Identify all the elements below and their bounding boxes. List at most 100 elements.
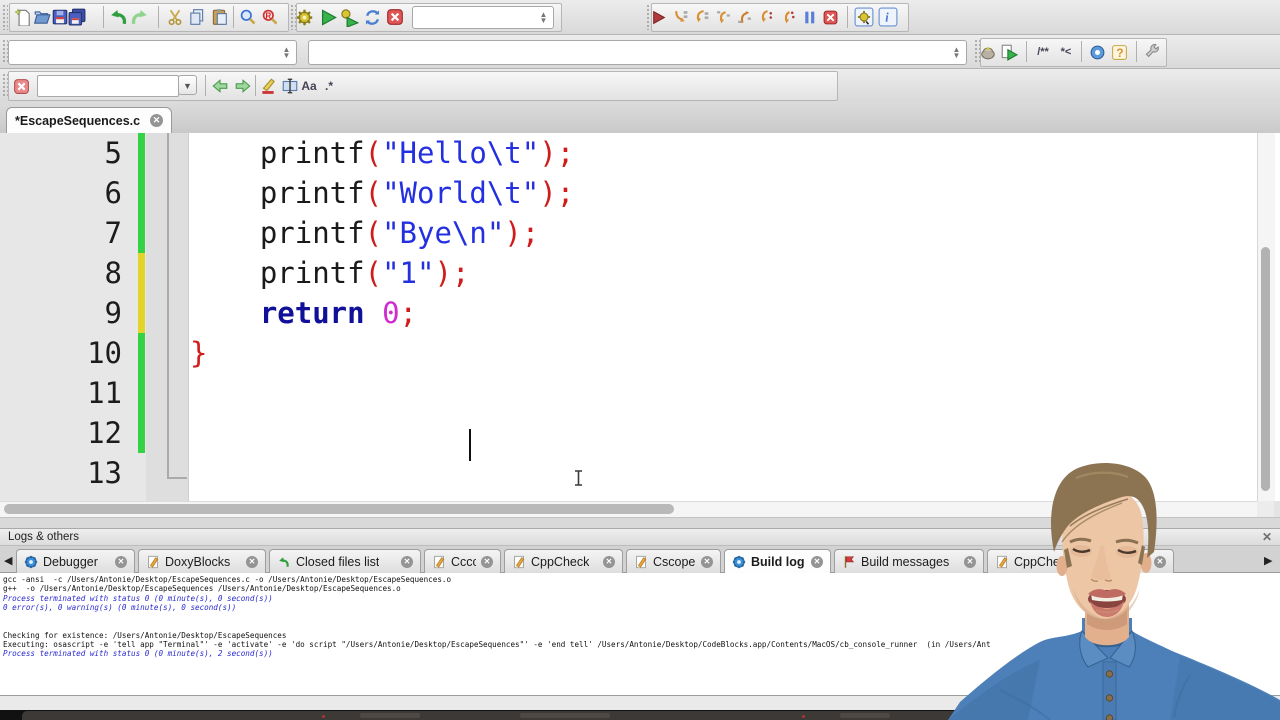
highlight-icon[interactable] (257, 74, 279, 98)
logs-caption-label: Logs & others (8, 531, 79, 543)
logs-tab-bar: ◀ Debugger ✕ DoxyBlocks ✕ Closed files list ✕… (0, 546, 1280, 573)
vertical-scrollbar-thumb[interactable] (1261, 247, 1270, 491)
code-token: ; (399, 296, 418, 330)
close-icon[interactable]: ✕ (603, 555, 615, 568)
code-token: return (259, 296, 365, 330)
code-token: ( (364, 256, 383, 290)
logs-tab-debugger[interactable]: Debugger ✕ (16, 549, 135, 573)
logs-tab-label: Cccc (451, 554, 476, 569)
build-and-run-icon[interactable] (338, 5, 360, 29)
code-token: printf (259, 136, 365, 170)
regex-icon[interactable]: .* (318, 74, 340, 98)
step-into-icon[interactable] (712, 5, 734, 29)
save-all-icon[interactable] (66, 5, 88, 29)
redo-icon[interactable] (129, 5, 151, 29)
run-to-cursor-icon[interactable] (669, 5, 691, 29)
code-line[interactable]: printf("Hello\t"); (190, 133, 574, 173)
code-line[interactable]: } (190, 333, 574, 373)
copy-icon[interactable] (186, 5, 208, 29)
tab-scroll-left-icon[interactable]: ◀ (4, 554, 12, 567)
horizontal-scrollbar-thumb[interactable] (4, 504, 674, 514)
close-icon[interactable]: ✕ (964, 555, 976, 568)
log-line: 0 error(s), 0 warning(s) (0 minute(s), 0… (3, 602, 237, 612)
debug-continue-icon[interactable] (647, 5, 669, 29)
logs-tab-closed-files-list[interactable]: Closed files list ✕ (269, 549, 421, 573)
build-icon[interactable] (293, 5, 315, 29)
settings-wrench-icon[interactable] (1141, 40, 1163, 64)
logs-close-icon[interactable]: ✕ (1262, 530, 1272, 544)
debug-info-icon[interactable]: i (877, 5, 899, 29)
close-icon[interactable]: ✕ (1154, 555, 1166, 568)
next-instruction-icon[interactable] (755, 5, 777, 29)
search-prev-icon[interactable] (209, 74, 231, 98)
extract-docs-icon[interactable] (977, 40, 999, 64)
pencil-icon (512, 555, 526, 569)
toolbar-grip[interactable] (2, 4, 8, 30)
combo-stepper-icon[interactable]: ▲ ▼ (949, 42, 964, 63)
code-text[interactable]: printf("Hello\t"); printf("World\t"); pr… (190, 133, 574, 373)
tab-escapesequences[interactable]: *EscapeSequences.c ✕ (6, 107, 172, 133)
close-icon[interactable]: ✕ (150, 114, 163, 127)
tab-scroll-right-icon[interactable]: ▶ (1264, 554, 1272, 567)
block-comment-icon[interactable]: /** (1032, 40, 1054, 64)
code-line[interactable]: printf("1"); (190, 253, 574, 293)
build-target-combo[interactable]: ▲ ▼ (412, 6, 554, 29)
pencil-icon (432, 555, 446, 569)
logs-tab-cppcheck-vera-messages[interactable]: CppCheck/Vera++ messages ✕ (987, 549, 1174, 573)
logs-tab-build-messages[interactable]: Build messages ✕ (834, 549, 984, 573)
logs-tab-cppcheck[interactable]: CppCheck ✕ (504, 549, 623, 573)
logs-tab-cscope[interactable]: Cscope ✕ (626, 549, 721, 573)
run-html-icon[interactable] (998, 40, 1020, 64)
dock-icon-blur (840, 713, 890, 718)
logs-tab-cccc[interactable]: Cccc ✕ (424, 549, 501, 573)
code-line[interactable]: printf("World\t"); (190, 173, 574, 213)
close-icon[interactable]: ✕ (401, 555, 413, 568)
function-combo[interactable]: ▲ ▼ (308, 40, 967, 65)
close-icon[interactable]: ✕ (811, 555, 823, 568)
find-icon[interactable] (237, 5, 259, 29)
logs-pane-caption[interactable]: Logs & others (0, 528, 1280, 546)
close-icon[interactable]: ✕ (115, 555, 127, 568)
line-number: 7 (104, 216, 122, 250)
undo-icon[interactable] (107, 5, 129, 29)
combo-stepper-icon[interactable]: ▲ ▼ (279, 42, 294, 63)
abort-icon[interactable] (384, 5, 406, 29)
code-editor[interactable]: 5 6 7 8 9 10 11 12 13 printf("Hello\t"); printf(… (0, 133, 1280, 501)
dock-indicator-dot (802, 715, 805, 718)
search-input[interactable] (37, 75, 179, 97)
search-next-icon[interactable] (232, 74, 254, 98)
close-icon[interactable]: ✕ (481, 555, 493, 568)
debug-windows-icon[interactable] (853, 5, 875, 29)
pencil-icon (995, 555, 1009, 569)
toolbar-separator (255, 75, 256, 96)
paste-icon[interactable] (208, 5, 230, 29)
search-dropdown-icon[interactable]: ▼ (178, 75, 197, 95)
step-into-instruction-icon[interactable] (777, 5, 799, 29)
logs-tab-doxyblocks[interactable]: DoxyBlocks ✕ (138, 549, 266, 573)
build-log-output[interactable]: gcc -ansi -c /Users/Antonie/Desktop/Esca… (0, 573, 1280, 695)
combo-stepper-icon[interactable]: ▲ ▼ (536, 8, 551, 27)
whats-this-icon[interactable]: ? (1108, 40, 1130, 64)
close-search-icon[interactable] (10, 74, 32, 98)
comment-icon[interactable] (1086, 40, 1108, 64)
logs-tab-build-log[interactable]: Build log ✕ (724, 549, 831, 573)
line-comment-icon[interactable]: *< (1055, 40, 1077, 64)
scope-combo[interactable]: ▲ ▼ (8, 40, 297, 65)
pencil-icon (634, 555, 648, 569)
stop-debug-icon[interactable] (819, 5, 841, 29)
close-icon[interactable]: ✕ (701, 555, 713, 568)
code-line[interactable]: return 0; (190, 293, 574, 333)
rebuild-icon[interactable] (361, 5, 383, 29)
code-line[interactable]: printf("Bye\n"); (190, 213, 574, 253)
cut-icon[interactable] (164, 5, 186, 29)
match-case-icon[interactable]: Aa (298, 74, 320, 98)
replace-icon[interactable]: R (259, 5, 281, 29)
next-line-icon[interactable] (690, 5, 712, 29)
macos-dock-bar[interactable] (22, 711, 1280, 720)
line-number: 12 (87, 416, 122, 450)
pause-icon[interactable] (798, 5, 820, 29)
step-out-icon[interactable] (733, 5, 755, 29)
run-icon[interactable] (317, 5, 339, 29)
close-icon[interactable]: ✕ (246, 555, 258, 568)
